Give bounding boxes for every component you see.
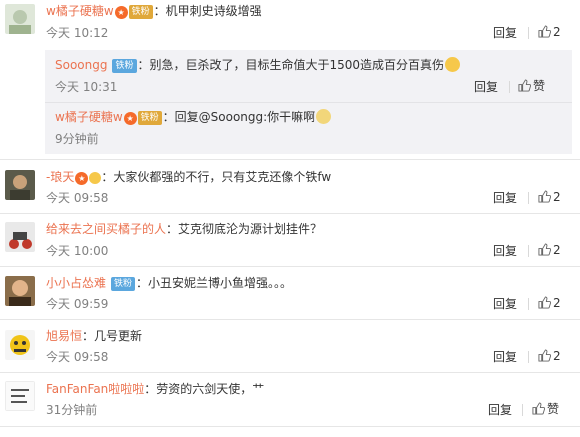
- thumbs-up-icon: [538, 243, 552, 256]
- fan-badge: 铁粉: [112, 59, 137, 73]
- avatar[interactable]: [5, 330, 35, 360]
- avatar[interactable]: [5, 222, 35, 252]
- fan-badge: 铁粉: [111, 277, 136, 291]
- thumbs-up-icon: [538, 349, 552, 362]
- comment-text: ：几号更新: [82, 329, 143, 343]
- thumbs-up-icon: [538, 25, 552, 38]
- like-button[interactable]: 2: [538, 25, 561, 39]
- like-count: 2: [553, 296, 561, 310]
- thumbs-up-icon: [538, 296, 552, 309]
- comment-text: ：回复@Sooongg:你干嘛啊: [162, 110, 316, 124]
- emoji-icon: [445, 57, 461, 72]
- reply-button[interactable]: 回复: [493, 26, 517, 40]
- fan-medal-icon: ★: [123, 112, 137, 125]
- divider: [528, 245, 529, 257]
- divider: [0, 372, 580, 373]
- avatar[interactable]: [5, 381, 35, 411]
- comment-time: 今天 10:31: [55, 80, 118, 94]
- divider: [528, 298, 529, 310]
- avatar[interactable]: [5, 4, 35, 34]
- username[interactable]: 小小占怂难: [46, 276, 106, 290]
- comment-time: 今天 09:59: [46, 297, 109, 311]
- username[interactable]: 给来去之间买橘子的人: [46, 222, 166, 236]
- comment-text: ：劳资的六剑天使，艹: [144, 382, 265, 396]
- comment-time: 今天 09:58: [46, 350, 109, 364]
- like-label: 赞: [533, 79, 546, 93]
- like-button[interactable]: 2: [538, 243, 561, 257]
- emoji-icon: [89, 172, 102, 184]
- divider: [522, 404, 523, 416]
- comment-time: 今天 10:00: [46, 244, 109, 258]
- like-button[interactable]: 2: [538, 349, 561, 363]
- divider: [0, 266, 580, 267]
- like-label: 赞: [547, 402, 560, 416]
- like-count: 2: [553, 243, 561, 257]
- avatar[interactable]: [5, 170, 35, 200]
- username[interactable]: 旭易恒: [46, 329, 82, 343]
- comment-time: 今天 09:58: [46, 191, 109, 205]
- comment-text: ：艾克彻底沦为源计划挂件？: [166, 222, 323, 236]
- username[interactable]: FanFanFan啦啦啦: [46, 382, 144, 396]
- comment-text: ：机甲刺史诗级增强: [153, 4, 262, 18]
- thumbs-up-icon: [518, 79, 532, 92]
- reply-button[interactable]: 回复: [493, 297, 517, 311]
- reply-button[interactable]: 回复: [493, 350, 517, 364]
- divider: [528, 27, 529, 39]
- divider: [528, 351, 529, 363]
- comment-time: 31分钟前: [46, 403, 98, 417]
- username[interactable]: w橘子硬糖w: [46, 4, 114, 18]
- divider: [45, 102, 572, 103]
- fan-medal-icon: ★: [75, 172, 89, 185]
- comment-text: ：大家伙都强的不行，只有艾克还像个铁fw: [101, 170, 332, 184]
- fan-medal-icon: ★: [114, 6, 128, 19]
- like-button[interactable]: 赞: [532, 402, 559, 416]
- divider: [0, 426, 580, 427]
- reply-button[interactable]: 回复: [488, 403, 512, 417]
- divider: [509, 81, 510, 93]
- username[interactable]: -琅天: [46, 170, 74, 184]
- divider: [0, 319, 580, 320]
- reply-button[interactable]: 回复: [493, 244, 517, 258]
- like-button[interactable]: 赞: [518, 79, 545, 93]
- divider: [0, 159, 580, 160]
- thumbs-up-icon: [532, 402, 546, 415]
- username[interactable]: Sooongg: [55, 58, 107, 72]
- like-count: 2: [553, 190, 561, 204]
- sub-replies: Sooongg 铁粉 ：别急，巨杀改了，目标生命值大于1500造成百分百真伤 今天 …: [45, 50, 572, 154]
- username[interactable]: w橘子硬糖w: [55, 110, 123, 124]
- like-count: 2: [553, 349, 561, 363]
- like-button[interactable]: 2: [538, 296, 561, 310]
- emoji-icon: [316, 109, 332, 124]
- divider: [0, 213, 580, 214]
- comment-time: 今天 10:12: [46, 26, 109, 40]
- comment-time: 9分钟前: [55, 132, 99, 146]
- reply-button[interactable]: 回复: [493, 191, 517, 205]
- avatar[interactable]: [5, 276, 35, 306]
- thumbs-up-icon: [538, 190, 552, 203]
- like-button[interactable]: 2: [538, 190, 561, 204]
- reply-button[interactable]: 回复: [474, 80, 498, 94]
- fan-badge: 铁粉: [137, 111, 162, 125]
- comment-text: ：小丑安妮兰博小鱼增强。。。: [136, 276, 293, 290]
- like-count: 2: [553, 25, 561, 39]
- divider: [528, 192, 529, 204]
- comment-text: ：别急，巨杀改了，目标生命值大于1500造成百分百真伤: [137, 58, 445, 72]
- fan-badge: 铁粉: [128, 5, 153, 19]
